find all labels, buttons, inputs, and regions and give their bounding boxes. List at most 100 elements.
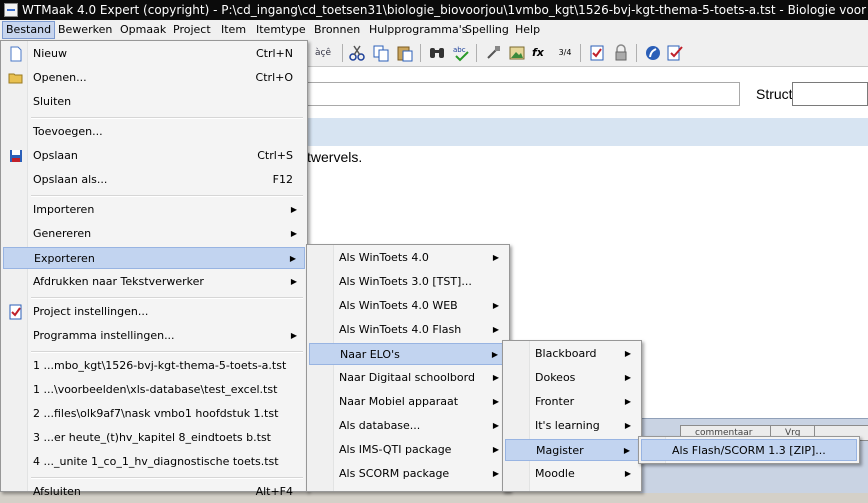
menu-itemtype[interactable]: Itemtype xyxy=(253,22,309,38)
submenu-arrow-icon: ▶ xyxy=(624,421,631,430)
submenu-arrow-icon: ▶ xyxy=(492,421,499,430)
find-icon[interactable] xyxy=(428,44,446,62)
svg-text:abc: abc xyxy=(453,46,466,54)
lock-icon[interactable] xyxy=(612,44,630,62)
fraction-icon[interactable]: 3/4 xyxy=(556,44,574,62)
menu-help[interactable]: Help xyxy=(512,22,543,38)
bestand-menu: Nieuw Ctrl+N Openen... Ctrl+O Sluiten To… xyxy=(0,40,308,498)
submenu-arrow-icon: ▶ xyxy=(623,446,630,455)
image-icon[interactable] xyxy=(508,44,526,62)
submenu-arrow-icon: ▶ xyxy=(491,350,498,359)
menu-item-toevoegen[interactable]: Toevoegen... xyxy=(3,121,305,143)
toolbar-separator xyxy=(636,44,637,62)
submenu-arrow-icon: ▶ xyxy=(492,373,499,382)
magister-flash-scorm[interactable]: Als Flash/SCORM 1.3 [ZIP]... xyxy=(641,439,857,461)
menu-spelling[interactable]: Spelling xyxy=(462,22,512,38)
menu-item-afsluiten[interactable]: Afsluiten Alt+F4 xyxy=(3,481,305,503)
elo-moodle[interactable]: Moodle ▶ xyxy=(505,463,639,485)
export-mobiel-apparaat[interactable]: Naar Mobiel apparaat ▶ xyxy=(309,391,507,413)
menu-item-programma-instellingen[interactable]: Programma instellingen... ▶ xyxy=(3,325,305,347)
link-icon[interactable] xyxy=(484,44,502,62)
elo-its-learning[interactable]: It's learning ▶ xyxy=(505,415,639,437)
window-title: WTMaak 4.0 Expert (copyright) - P:\cd_in… xyxy=(22,3,868,17)
elo-submenu: Blackboard ▶ Dokeos ▶ Fronter ▶ It's lea… xyxy=(502,340,642,492)
submenu-arrow-icon: ▶ xyxy=(492,445,499,454)
menu-item[interactable]: Item xyxy=(218,22,249,38)
checklist-icon xyxy=(8,304,24,320)
menu-item-opslaan[interactable]: Opslaan Ctrl+S xyxy=(3,145,305,167)
export-scorm[interactable]: Als SCORM package ▶ xyxy=(309,463,507,485)
menu-item-genereren[interactable]: Genereren ▶ xyxy=(3,223,305,245)
menu-separator xyxy=(31,477,303,479)
menu-item-openen[interactable]: Openen... Ctrl+O xyxy=(3,67,305,89)
new-document-icon xyxy=(8,46,24,62)
export-wintoets-3[interactable]: Als WinToets 3.0 [TST]... xyxy=(309,271,507,293)
open-folder-icon xyxy=(8,70,24,86)
spellcheck-icon[interactable]: abc xyxy=(452,44,470,62)
special-chars-icon[interactable]: àçê xyxy=(315,44,337,62)
export-wintoets-web[interactable]: Als WinToets 4.0 WEB ▶ xyxy=(309,295,507,317)
submenu-arrow-icon: ▶ xyxy=(290,277,297,286)
submenu-arrow-icon: ▶ xyxy=(624,373,631,382)
submenu-arrow-icon: ▶ xyxy=(290,331,297,340)
submenu-arrow-icon: ▶ xyxy=(624,469,631,478)
recent-file-item[interactable]: 1 ...\voorbeelden\xls-database\test_exce… xyxy=(3,379,305,401)
toolbar-separator xyxy=(342,44,343,62)
export-digitaal-schoolbord[interactable]: Naar Digitaal schoolbord ▶ xyxy=(309,367,507,389)
cut-icon[interactable] xyxy=(348,44,366,62)
menu-item-sluiten[interactable]: Sluiten xyxy=(3,91,305,113)
elo-dokeos[interactable]: Dokeos ▶ xyxy=(505,367,639,389)
item-content-text: stwervels. xyxy=(300,149,363,165)
export-naar-elos[interactable]: Naar ELO's ▶ xyxy=(309,343,507,365)
submenu-arrow-icon: ▶ xyxy=(492,253,499,262)
menu-hulpprogrammas[interactable]: Hulpprogramma's xyxy=(366,22,470,38)
checklist-icon[interactable] xyxy=(588,44,606,62)
item-field[interactable] xyxy=(300,82,740,106)
submenu-arrow-icon: ▶ xyxy=(624,349,631,358)
export-ims-qti[interactable]: Als IMS-QTI package ▶ xyxy=(309,439,507,461)
menu-separator xyxy=(31,195,303,197)
export-database[interactable]: Als database... ▶ xyxy=(309,415,507,437)
formula-icon[interactable]: fx xyxy=(532,44,550,62)
submenu-arrow-icon: ▶ xyxy=(289,254,296,263)
flash-icon[interactable] xyxy=(644,44,662,62)
elo-blackboard[interactable]: Blackboard ▶ xyxy=(505,343,639,365)
recent-file-item[interactable]: 2 ...files\olk9af7\nask vmbo1 hoofdstuk … xyxy=(3,403,305,425)
menu-bestand[interactable]: Bestand xyxy=(2,21,56,39)
toolbar-separator xyxy=(420,44,421,62)
menu-item-project-instellingen[interactable]: Project instellingen... xyxy=(3,301,305,323)
save-icon xyxy=(8,148,24,164)
magister-submenu: Als Flash/SCORM 1.3 [ZIP]... xyxy=(638,436,860,464)
submenu-arrow-icon: ▶ xyxy=(492,397,499,406)
recent-file-item[interactable]: 4 ..._unite 1_co_1_hv_diagnostische toet… xyxy=(3,451,305,473)
exporteren-submenu: Als WinToets 4.0 ▶ Als WinToets 3.0 [TST… xyxy=(306,244,510,492)
elo-fronter[interactable]: Fronter ▶ xyxy=(505,391,639,413)
structuur-input[interactable] xyxy=(792,82,868,106)
menu-item-opslaan-als[interactable]: Opslaan als... F12 xyxy=(3,169,305,191)
menu-project[interactable]: Project xyxy=(170,22,214,38)
elo-magister[interactable]: Magister ▶ xyxy=(505,439,639,461)
menu-bar: Bestand Bewerken Opmaak Project Item Ite… xyxy=(0,20,868,41)
recent-file-item[interactable]: 3 ...er heute_(t)hv_kapitel 8_eindtoets … xyxy=(3,427,305,449)
title-bar: WTMaak 4.0 Expert (copyright) - P:\cd_in… xyxy=(0,0,868,20)
export-wintoets-4[interactable]: Als WinToets 4.0 ▶ xyxy=(309,247,507,269)
menu-opmaak[interactable]: Opmaak xyxy=(117,22,169,38)
menu-separator xyxy=(31,351,303,353)
menu-item-afdrukken[interactable]: Afdrukken naar Tekstverwerker ▶ xyxy=(3,271,305,293)
submenu-arrow-icon: ▶ xyxy=(290,205,297,214)
toolbar-separator xyxy=(580,44,581,62)
copy-icon[interactable] xyxy=(372,44,390,62)
menu-bronnen[interactable]: Bronnen xyxy=(311,22,363,38)
paste-icon[interactable] xyxy=(396,44,414,62)
menu-item-exporteren[interactable]: Exporteren ▶ xyxy=(3,247,305,269)
item-header-strip xyxy=(300,118,868,146)
submenu-arrow-icon: ▶ xyxy=(492,469,499,478)
export-wintoets-flash[interactable]: Als WinToets 4.0 Flash ▶ xyxy=(309,319,507,341)
menu-item-nieuw[interactable]: Nieuw Ctrl+N xyxy=(3,43,305,65)
menu-item-importeren[interactable]: Importeren ▶ xyxy=(3,199,305,221)
submenu-arrow-icon: ▶ xyxy=(290,229,297,238)
check-document-icon[interactable] xyxy=(666,44,684,62)
recent-file-item[interactable]: 1 ...mbo_kgt\1526-bvj-kgt-thema-5-toets-… xyxy=(3,355,305,377)
menu-bewerken[interactable]: Bewerken xyxy=(55,22,115,38)
submenu-arrow-icon: ▶ xyxy=(492,325,499,334)
